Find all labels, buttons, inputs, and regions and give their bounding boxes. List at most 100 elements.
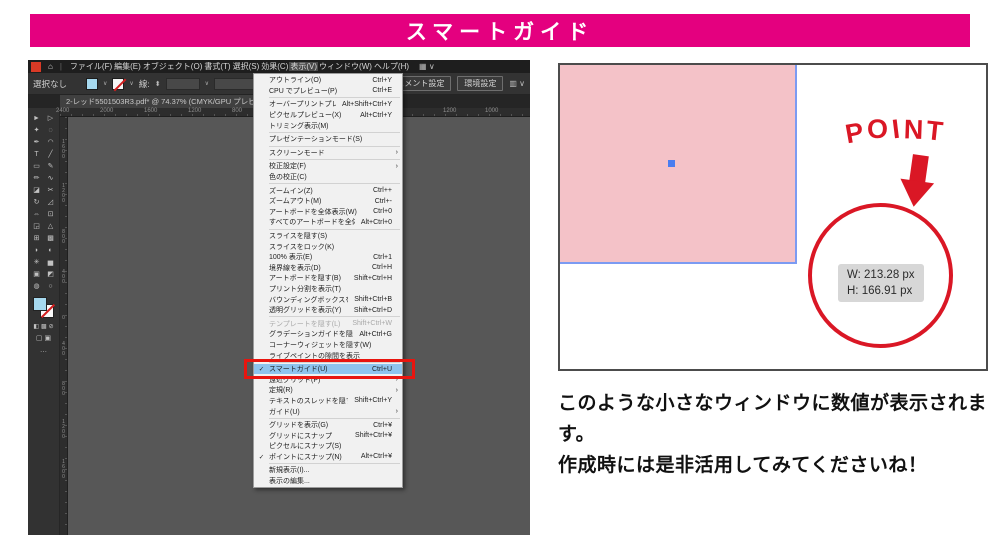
menu-item[interactable]: コーナーウィジェットを隠す(W): [254, 340, 402, 351]
menu-item[interactable]: アートボードを隠す(B)Shift+Ctrl+H: [254, 273, 402, 284]
menubar-item[interactable]: 表示(V): [289, 62, 318, 71]
magic-wand-tool-icon[interactable]: ✦: [30, 124, 44, 136]
ruler-label: 2000: [100, 108, 113, 114]
home-icon[interactable]: ⌂: [48, 62, 53, 71]
shaper-tool-icon[interactable]: ∿: [44, 172, 58, 184]
blend-tool-icon[interactable]: ◐: [44, 244, 58, 256]
menu-item-label: CPU でプレビュー(P): [269, 86, 366, 96]
menubar-item[interactable]: ファイル(F): [69, 62, 113, 71]
slice-tool-icon[interactable]: ◩: [44, 268, 58, 280]
menu-item[interactable]: すべてのアートボードを全体表示(L)Alt+Ctrl+0: [254, 217, 402, 228]
column-graph-tool-icon[interactable]: ▅: [44, 256, 58, 268]
menu-item[interactable]: アウトライン(O)Ctrl+Y: [254, 75, 402, 86]
mesh-tool-icon[interactable]: ⊞: [30, 232, 44, 244]
menu-item[interactable]: アートボードを全体表示(W)Ctrl+0: [254, 207, 402, 218]
width-tool-icon[interactable]: ⇔: [30, 208, 44, 220]
menu-item[interactable]: バウンディングボックスを隠す(X)Shift+Ctrl+B: [254, 294, 402, 305]
menu-item[interactable]: ✓スマートガイド(U)Ctrl+U: [254, 364, 402, 375]
hand-tool-icon[interactable]: ◍: [30, 280, 44, 292]
menu-item[interactable]: スクリーンモード›: [254, 148, 402, 159]
menubar-item[interactable]: オブジェクト(O): [142, 62, 204, 71]
illustrator-window: ⌂ | ファイル(F)編集(E)オブジェクト(O)書式(T)選択(S)効果(C)…: [28, 60, 530, 535]
menu-item[interactable]: ガイド(U)›: [254, 406, 402, 417]
menu-item[interactable]: ズームアウト(M)Ctrl+-: [254, 196, 402, 207]
stroke-weight-field[interactable]: [166, 78, 200, 90]
menu-item[interactable]: 色の校正(C): [254, 172, 402, 183]
menubar-item[interactable]: ウィンドウ(W): [318, 62, 373, 71]
edit-toolbar-icon[interactable]: ⋯: [40, 348, 47, 356]
artboard-tool-icon[interactable]: ▣: [30, 268, 44, 280]
scale-tool-icon[interactable]: ◿: [44, 196, 58, 208]
selection-tool-icon[interactable]: ►: [30, 112, 44, 124]
field-caret-icon[interactable]: ∨: [205, 80, 209, 87]
lasso-tool-icon[interactable]: ◌: [44, 124, 58, 136]
menu-item[interactable]: オーバープリントプレビュー(V)Alt+Shift+Ctrl+Y: [254, 99, 402, 110]
rotate-tool-icon[interactable]: ↻: [30, 196, 44, 208]
line-segment-tool-icon[interactable]: ╱: [44, 148, 58, 160]
scissors-tool-icon[interactable]: ✂: [44, 184, 58, 196]
menu-item[interactable]: 表示の編集...: [254, 476, 402, 487]
fill-stroke-indicator[interactable]: [33, 297, 55, 319]
pencil-tool-icon[interactable]: ✏: [30, 172, 44, 184]
paintbrush-tool-icon[interactable]: ✎: [44, 160, 58, 172]
menubar-item[interactable]: ヘルプ(H): [373, 62, 410, 71]
draw-mode-icon[interactable]: ▣: [45, 334, 52, 342]
selection-anchor-point[interactable]: [668, 160, 675, 167]
stroke-caret-icon[interactable]: ∨: [129, 80, 133, 87]
perspective-grid-tool-icon[interactable]: △: [44, 220, 58, 232]
color-mode-icon[interactable]: ▩: [41, 323, 47, 330]
fill-caret-icon[interactable]: ∨: [103, 80, 107, 87]
panel-options-icon[interactable]: ▥ ∨: [509, 79, 525, 88]
menu-item[interactable]: スライスをロック(K): [254, 241, 402, 252]
stroke-weight-stepper[interactable]: ⬍: [155, 80, 161, 88]
rectangle-tool-icon[interactable]: ▭: [30, 160, 44, 172]
shape-builder-tool-icon[interactable]: ◲: [30, 220, 44, 232]
pen-tool-icon[interactable]: ✒: [30, 136, 44, 148]
gradient-tool-icon[interactable]: ▩: [44, 232, 58, 244]
fill-color-swatch[interactable]: [86, 78, 98, 90]
menu-item[interactable]: ピクセルにスナップ(S): [254, 441, 402, 452]
menubar-item[interactable]: 選択(S): [232, 62, 261, 71]
drawn-rectangle[interactable]: [560, 65, 797, 264]
menu-item[interactable]: 境界線を表示(D)Ctrl+H: [254, 263, 402, 274]
curvature-tool-icon[interactable]: ◠: [44, 136, 58, 148]
menubar-item[interactable]: 効果(C): [260, 62, 289, 71]
color-mode-icons: ◧▩⊘: [33, 323, 53, 330]
menu-item[interactable]: 定規(R)›: [254, 385, 402, 396]
zoom-tool-icon[interactable]: ○: [44, 280, 58, 292]
menu-item[interactable]: 校正設定(F)›: [254, 161, 402, 172]
menubar-item[interactable]: 書式(T): [203, 62, 231, 71]
stroke-color-swatch[interactable]: [112, 78, 124, 90]
menu-item[interactable]: プリント分割を表示(T): [254, 284, 402, 295]
color-mode-icon[interactable]: ◧: [33, 323, 39, 330]
menu-item[interactable]: 新規表示(I)...: [254, 465, 402, 476]
menu-shortcut: Ctrl+U: [372, 366, 392, 373]
eraser-tool-icon[interactable]: ◪: [30, 184, 44, 196]
free-transform-tool-icon[interactable]: ⊡: [44, 208, 58, 220]
symbol-sprayer-tool-icon[interactable]: ✳: [30, 256, 44, 268]
menu-item[interactable]: プレゼンテーションモード(S): [254, 134, 402, 145]
vertical-ruler[interactable]: 16001200800400040080012001600: [60, 117, 68, 535]
menu-item[interactable]: ズームイン(Z)Ctrl++: [254, 185, 402, 196]
menubar-item[interactable]: 編集(E): [113, 62, 142, 71]
menu-item[interactable]: ライブペイントの隙間を表示: [254, 350, 402, 361]
menu-item[interactable]: ✓ポイントにスナップ(N)Alt+Ctrl+¥: [254, 452, 402, 463]
color-mode-icon[interactable]: ⊘: [49, 323, 54, 330]
menu-item[interactable]: CPU でプレビュー(P)Ctrl+E: [254, 86, 402, 97]
fill-swatch[interactable]: [33, 297, 47, 311]
menu-item[interactable]: スライスを隠す(S): [254, 231, 402, 242]
menu-item[interactable]: グリッドを表示(G)Ctrl+¥: [254, 420, 402, 431]
preferences-button[interactable]: 環境設定: [457, 76, 503, 91]
menu-item[interactable]: ピクセルプレビュー(X)Alt+Ctrl+Y: [254, 110, 402, 121]
workspace-switcher-icon[interactable]: ▦ ∨: [419, 62, 435, 71]
menu-item[interactable]: トリミング表示(M): [254, 120, 402, 131]
draw-mode-icon[interactable]: ▢: [36, 334, 43, 342]
menu-item[interactable]: 透明グリッドを表示(Y)Shift+Ctrl+D: [254, 305, 402, 316]
menu-item[interactable]: グラデーションガイドを隠すAlt+Ctrl+G: [254, 329, 402, 340]
type-tool-icon[interactable]: T: [30, 148, 44, 160]
menu-item[interactable]: 100% 表示(E)Ctrl+1: [254, 252, 402, 263]
menu-item[interactable]: グリッドにスナップShift+Ctrl+¥: [254, 430, 402, 441]
menu-item[interactable]: テキストのスレッドを隠す(H)Shift+Ctrl+Y: [254, 396, 402, 407]
menu-item[interactable]: 遠近グリッド(P)›: [254, 374, 402, 385]
eyedropper-tool-icon[interactable]: ◗: [30, 244, 44, 256]
